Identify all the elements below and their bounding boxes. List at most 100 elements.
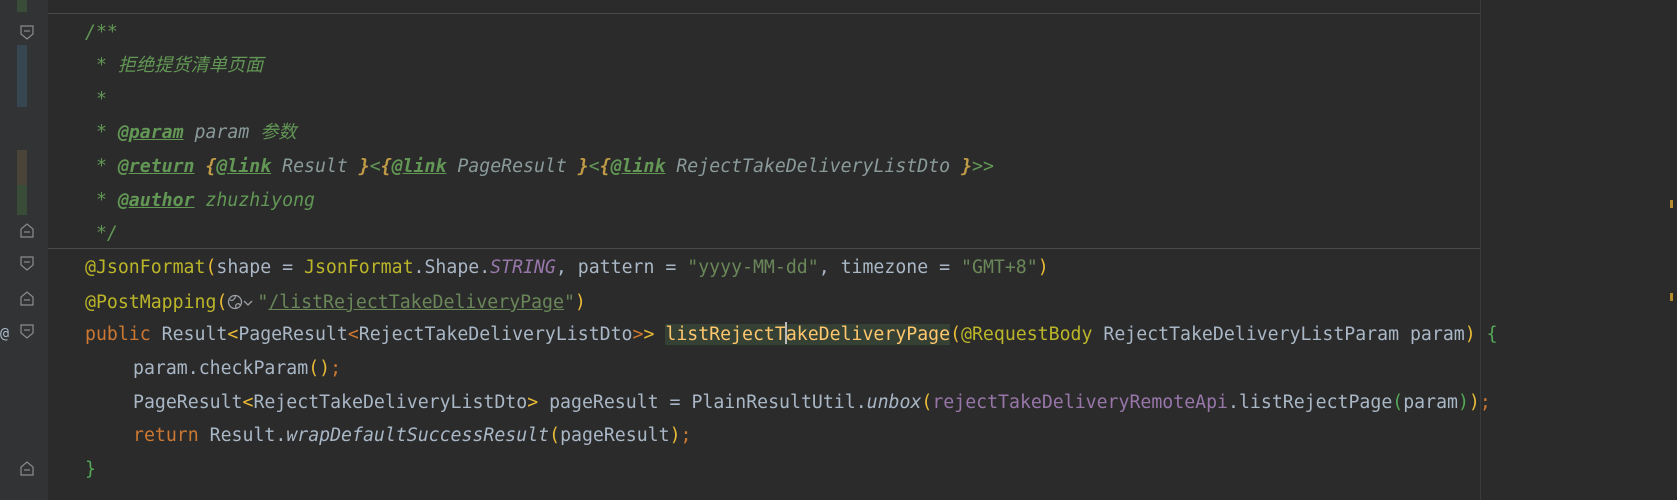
annotation-postmapping[interactable]: @PostMapping: [85, 292, 216, 313]
code-line[interactable]: @JsonFormat(shape = JsonFormat.Shape.STR…: [85, 251, 1049, 285]
paren: ): [1037, 257, 1049, 278]
fold-open-icon[interactable]: [19, 25, 35, 41]
paren: (: [216, 292, 228, 313]
semicolon: ;: [330, 358, 342, 379]
comment-star: *: [95, 156, 107, 177]
javadoc-link-ref[interactable]: PageResult: [457, 156, 567, 177]
code-line[interactable]: return Result.wrapDefaultSuccessResult(p…: [133, 419, 691, 453]
javadoc-link-tag: @link: [610, 156, 666, 177]
field-ref[interactable]: rejectTakeDeliveryRemoteApi: [932, 392, 1228, 413]
javadoc-link-tag: @link: [216, 156, 272, 177]
paren: (): [308, 358, 331, 379]
generic-lt: <: [227, 324, 239, 345]
globe-icon[interactable]: [227, 288, 243, 310]
code-line[interactable]: param.checkParam();: [133, 352, 341, 386]
type-ref[interactable]: PageResult: [133, 392, 243, 413]
brace-close: }: [85, 459, 96, 480]
right-margin-guide: [1480, 0, 1481, 500]
paren: ): [574, 292, 586, 313]
code-line[interactable]: @PostMapping( "/listRejectTakeDeliveryPag…: [85, 285, 586, 319]
comment-gt: >>: [972, 156, 994, 177]
static-method-call[interactable]: wrapDefaultSuccessResult: [286, 425, 549, 446]
code-line[interactable]: /**: [85, 16, 118, 50]
code-text: pageResult: [560, 425, 670, 446]
static-method-call[interactable]: unbox: [867, 392, 922, 413]
comment-lt: <: [588, 156, 600, 177]
method-name-part[interactable]: akeDeliveryPage: [786, 324, 950, 345]
method-declaration[interactable]: listRejectTakeDeliveryPage: [665, 322, 951, 345]
editor-gutter[interactable]: @: [0, 0, 48, 500]
enum-constant[interactable]: STRING: [490, 257, 556, 278]
paren: ): [669, 425, 681, 446]
method-call[interactable]: param.checkParam: [133, 358, 308, 379]
code-text: , pattern =: [555, 257, 688, 278]
comment-summary: 拒绝提货清单页面: [117, 55, 264, 76]
annotation-requestbody[interactable]: @RequestBody: [961, 324, 1092, 345]
code-line[interactable]: */: [85, 217, 118, 251]
javadoc-param-desc: 参数: [260, 122, 297, 143]
comment-star: *: [95, 89, 107, 110]
annotation-jsonformat[interactable]: @JsonFormat: [85, 257, 205, 278]
code-line[interactable]: public Result<PageResult<RejectTakeDeliv…: [85, 318, 1498, 352]
vcs-change-marker[interactable]: [17, 185, 27, 215]
code-line[interactable]: PageResult<RejectTakeDeliveryListDto> pa…: [133, 386, 1491, 420]
code-line[interactable]: * @param param 参数: [85, 116, 297, 150]
endpoint-path-link[interactable]: /listRejectTakeDeliveryPage: [268, 292, 564, 313]
string-literal: ": [563, 292, 575, 313]
brace-open: {: [205, 156, 217, 177]
method-name-part[interactable]: listRejectT: [665, 324, 785, 345]
code-line[interactable]: *: [85, 83, 107, 117]
fold-close-icon[interactable]: [19, 290, 35, 306]
paren: ): [1464, 324, 1476, 345]
code-line[interactable]: * @return {@link Result }<{@link PageRes…: [85, 150, 994, 184]
keyword-return: return: [133, 425, 199, 446]
comment-close: */: [95, 223, 118, 244]
javadoc-author-name: zhuzhiyong: [205, 190, 315, 211]
paren: (: [950, 324, 962, 345]
fold-open-icon[interactable]: [19, 324, 35, 340]
code-editor[interactable]: @ /** * 拒绝提货清单页面 * * @param param 参数 * @…: [0, 0, 1677, 500]
comment-star: *: [95, 55, 107, 76]
scrollbar-warning-marker[interactable]: [1670, 200, 1673, 208]
param-declaration[interactable]: RejectTakeDeliveryListParam param: [1092, 324, 1464, 345]
vcs-change-marker[interactable]: [17, 150, 27, 185]
brace-close: }: [961, 156, 973, 177]
comment-open: /**: [85, 22, 118, 43]
type-ref[interactable]: RejectTakeDeliveryListDto: [359, 324, 633, 345]
code-text: .Shape.: [413, 257, 491, 278]
generic-lt: <: [242, 392, 254, 413]
generic-lt: <: [347, 324, 359, 345]
method-call[interactable]: .listRejectPage: [1228, 392, 1392, 413]
chevron-down-icon[interactable]: [243, 285, 253, 306]
code-line[interactable]: }: [85, 453, 96, 487]
string-literal: "yyyy-MM-dd": [687, 257, 819, 278]
code-line[interactable]: * @author zhuzhiyong: [85, 184, 315, 218]
fold-close-icon[interactable]: [19, 222, 35, 238]
comment-star: *: [95, 190, 107, 211]
brace-open: {: [1486, 324, 1498, 345]
code-class-ref[interactable]: JsonFormat: [304, 257, 414, 278]
fold-close-icon[interactable]: [19, 460, 35, 476]
vcs-change-marker[interactable]: [17, 45, 27, 107]
generic-gt: >: [527, 392, 539, 413]
generic-gt: >: [632, 324, 644, 345]
paren: ): [1468, 392, 1480, 413]
generic-gt: >: [643, 324, 655, 345]
javadoc-return-tag: @return: [117, 156, 195, 177]
code-text: pageResult = PlainResultUtil.: [538, 392, 867, 413]
type-ref[interactable]: PageResult: [238, 324, 348, 345]
type-ref[interactable]: RejectTakeDeliveryListDto: [253, 392, 527, 413]
semicolon: ;: [680, 425, 692, 446]
brace-close: }: [577, 156, 589, 177]
scrollbar-warning-marker[interactable]: [1670, 293, 1673, 301]
fold-open-icon[interactable]: [19, 256, 35, 272]
implementation-marker[interactable]: @: [0, 324, 9, 342]
method-separator: [48, 248, 1480, 249]
code-line[interactable]: * 拒绝提货清单页面: [85, 49, 263, 83]
vcs-change-marker[interactable]: [17, 0, 27, 12]
javadoc-link-ref[interactable]: Result: [282, 156, 348, 177]
keyword-public: public: [85, 324, 151, 345]
javadoc-link-ref[interactable]: RejectTakeDeliveryListDto: [676, 156, 950, 177]
type-ref[interactable]: Result: [151, 324, 228, 345]
javadoc-param-name: param: [194, 122, 250, 143]
